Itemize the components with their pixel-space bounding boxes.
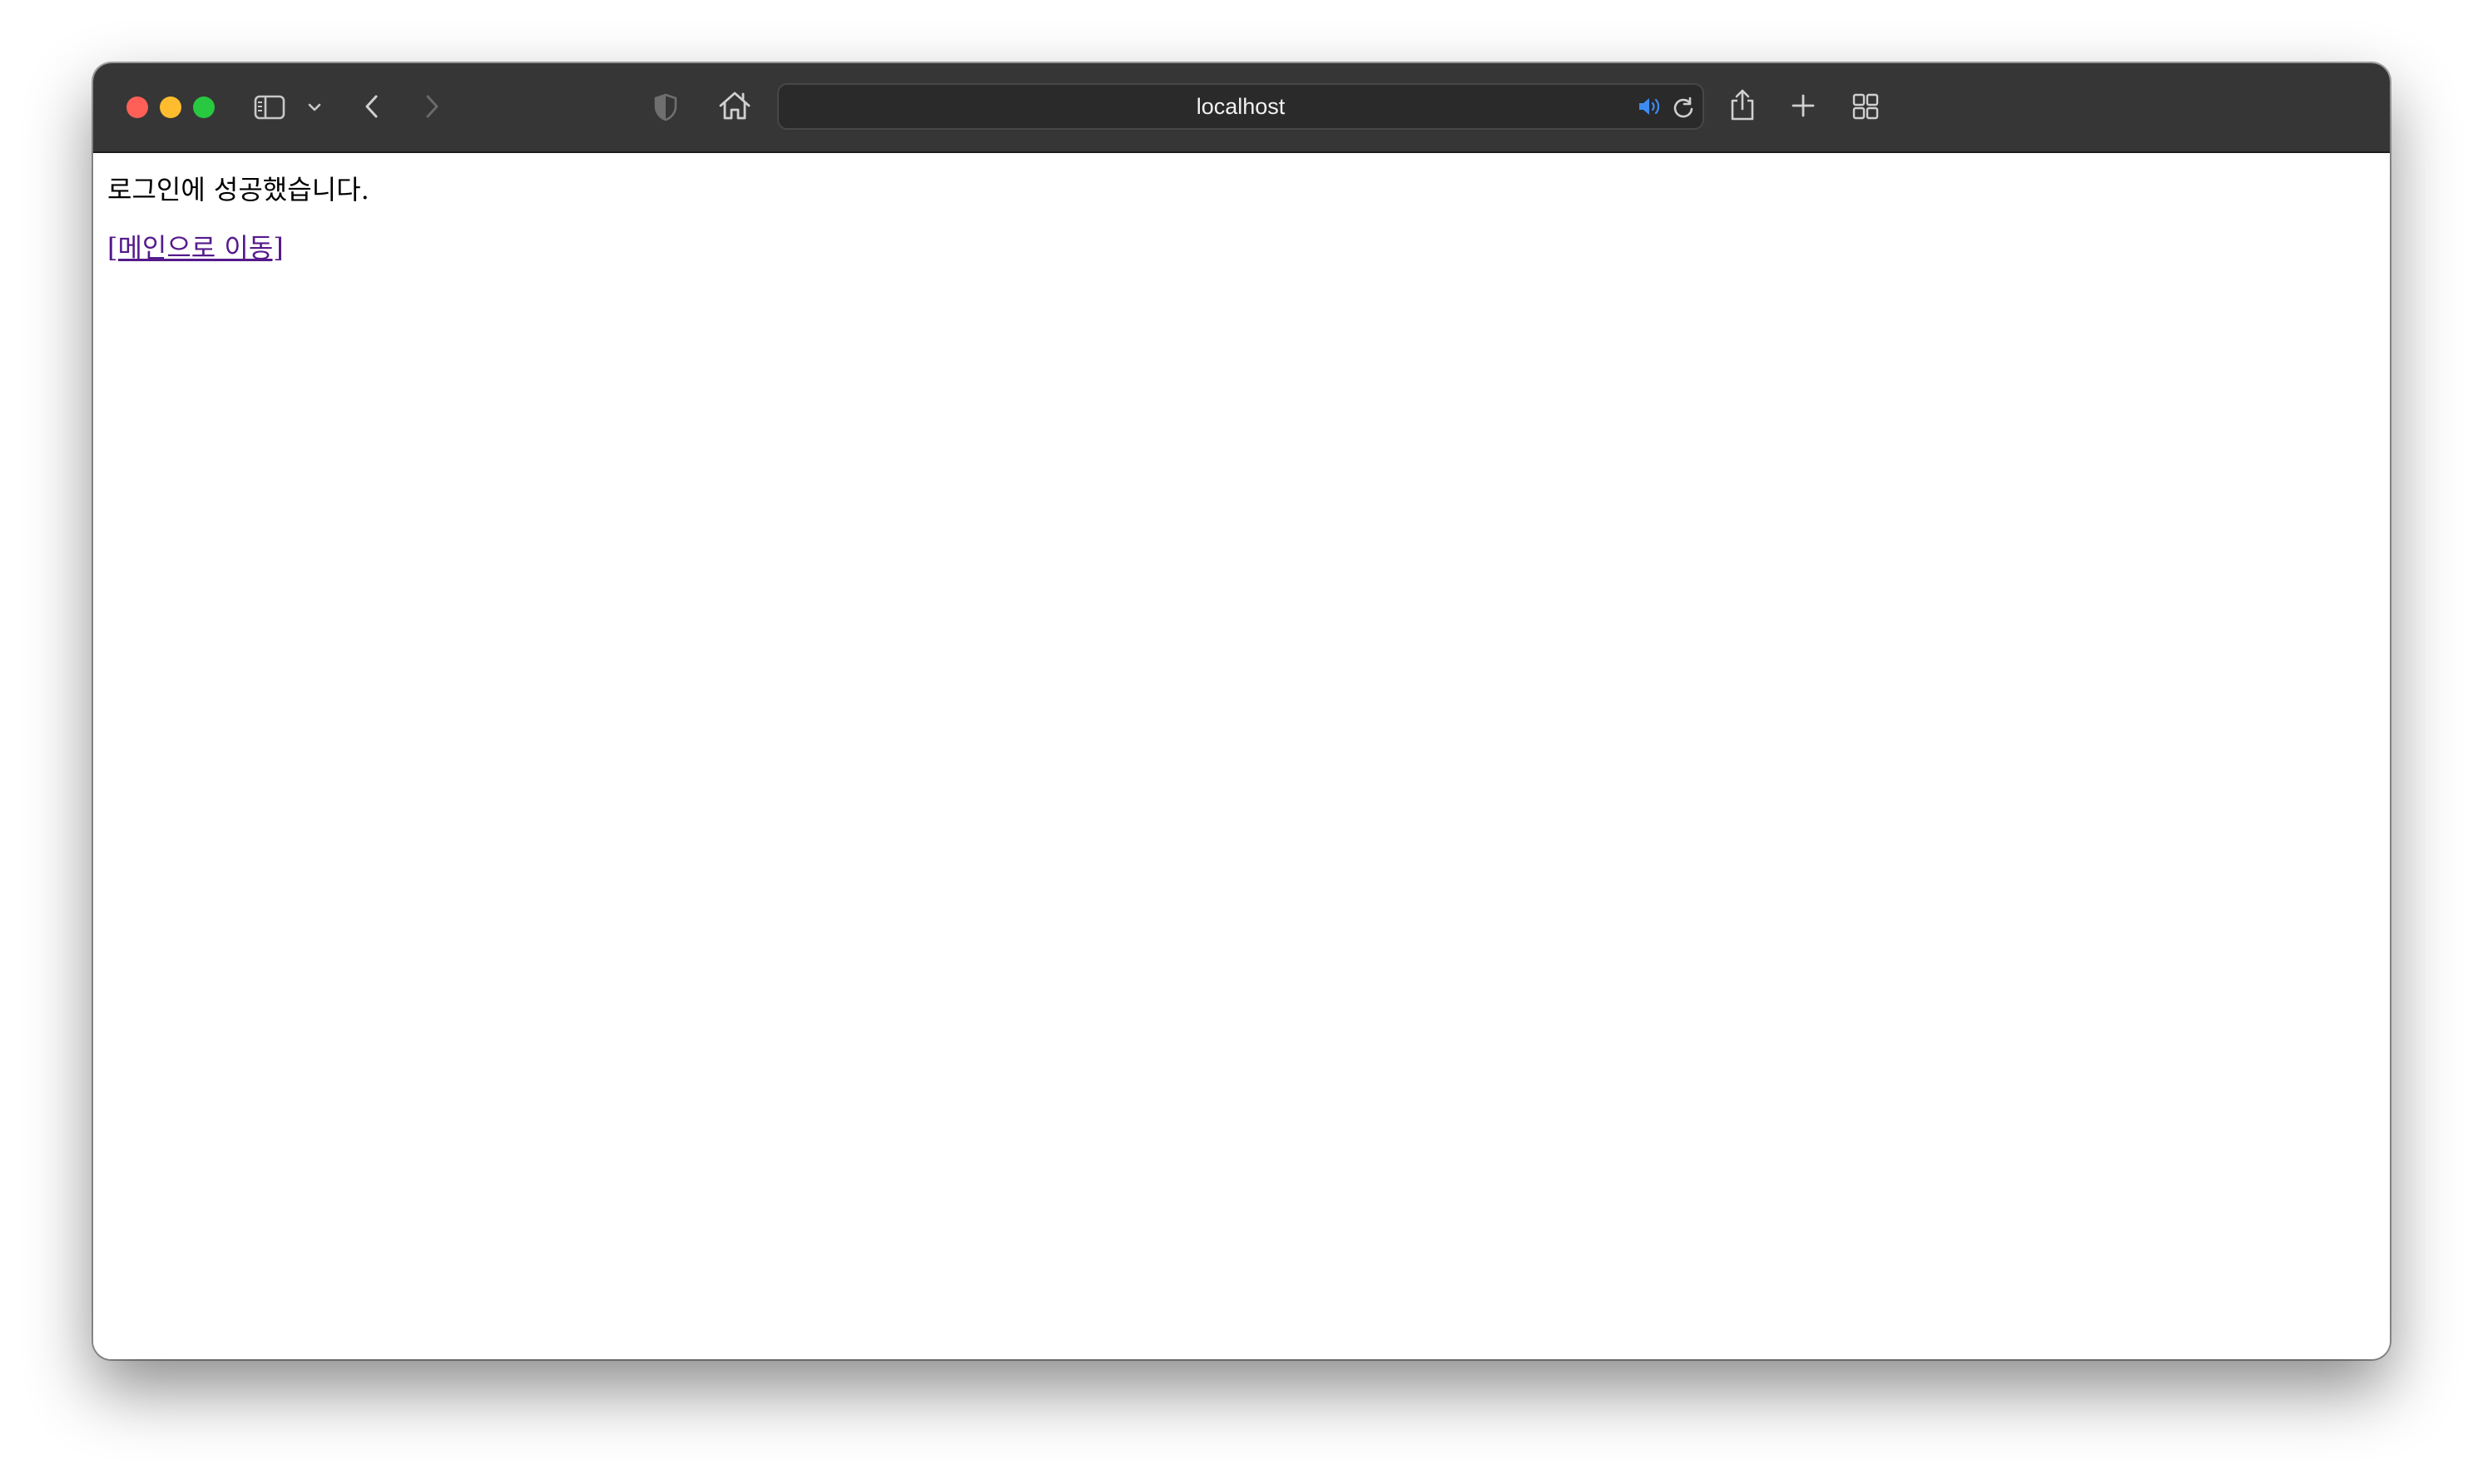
privacy-shield-icon[interactable] (652, 92, 679, 123)
browser-window: localhost 로그인에 성공했습니다. [메인으로 이동] (93, 63, 2390, 1359)
close-window-button[interactable] (126, 96, 148, 118)
minimize-window-button[interactable] (160, 96, 181, 118)
sidebar-icon[interactable] (253, 93, 286, 121)
back-icon[interactable] (361, 92, 383, 121)
login-success-message: 로그인에 성공했습니다. (107, 174, 369, 205)
audio-icon[interactable] (1636, 95, 1663, 118)
new-tab-icon[interactable] (1789, 92, 1817, 120)
forward-icon[interactable] (421, 92, 443, 121)
maximize-window-button[interactable] (193, 96, 215, 118)
address-bar[interactable]: localhost (777, 83, 1704, 130)
browser-toolbar: localhost (93, 63, 2390, 153)
share-icon[interactable] (1727, 87, 1757, 123)
reload-icon[interactable] (1671, 95, 1696, 120)
home-icon[interactable] (717, 88, 752, 123)
go-to-main-link[interactable]: [메인으로 이동] (107, 231, 284, 265)
page-content: 로그인에 성공했습니다. [메인으로 이동] (93, 153, 2390, 1359)
tab-overview-icon[interactable] (1851, 92, 1881, 121)
url-text: localhost (1196, 93, 1286, 119)
chevron-down-icon[interactable] (306, 100, 323, 115)
